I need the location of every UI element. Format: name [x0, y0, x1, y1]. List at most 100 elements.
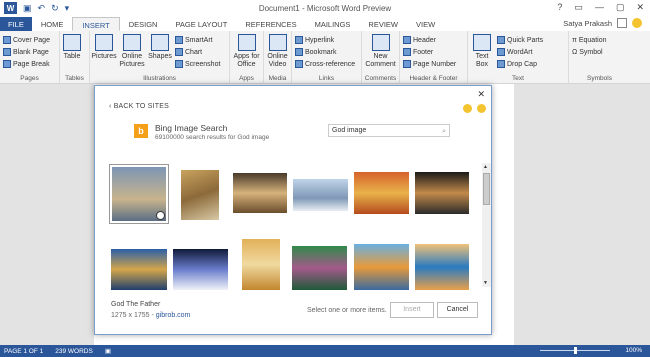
close-window-button[interactable]: ✕ [636, 2, 644, 13]
page-number-button[interactable]: Page Number [403, 58, 464, 70]
scroll-down-icon[interactable]: ▼ [483, 280, 488, 286]
equation-button[interactable]: π Equation [572, 34, 627, 46]
online-pictures-button[interactable]: Online Pictures [119, 34, 145, 70]
group-label: Comments [364, 75, 397, 82]
screenshot-icon [175, 60, 183, 68]
search-icon[interactable]: ⌕ [442, 126, 446, 137]
insert-button[interactable]: Insert [390, 302, 434, 318]
back-to-sites-link[interactable]: ‹ BACK TO SITES [109, 103, 169, 110]
close-icon[interactable]: ✕ [477, 89, 485, 100]
image-result[interactable] [415, 244, 469, 290]
cancel-button[interactable]: Cancel [437, 302, 478, 318]
tab-page-layout[interactable]: PAGE LAYOUT [166, 17, 236, 31]
group-label: Header & Footer [409, 75, 458, 82]
proofing-icon[interactable]: ▣ [105, 347, 111, 355]
maximize-button[interactable]: ▢ [616, 2, 625, 13]
tab-file[interactable]: FILE [0, 17, 32, 31]
header-icon [403, 36, 411, 44]
zoom-level[interactable]: 100% [625, 347, 642, 354]
image-result[interactable] [292, 246, 347, 290]
result-count: 69100000 search results for God image [155, 134, 270, 141]
zoom-preview-icon[interactable] [156, 211, 165, 220]
drop-cap-button[interactable]: Drop Cap [497, 58, 543, 70]
footer-button[interactable]: Footer [403, 46, 464, 58]
image-result[interactable] [111, 249, 167, 290]
image-result[interactable] [233, 173, 287, 213]
smartart-icon [175, 36, 183, 44]
group-illustrations: Pictures Online Pictures Shapes SmartArt… [90, 31, 230, 84]
group-comments: New Comment Comments [362, 31, 400, 84]
group-label: Illustrations [143, 75, 176, 82]
new-comment-button[interactable]: New Comment [365, 34, 396, 69]
image-result[interactable] [242, 239, 280, 290]
group-symbols: π Equation Ω Symbol Symbols [569, 31, 630, 84]
shapes-button[interactable]: Shapes [148, 34, 172, 70]
tab-design[interactable]: DESIGN [120, 17, 167, 31]
symbol-button[interactable]: Ω Symbol [572, 46, 627, 58]
cross-reference-button[interactable]: Cross-reference [295, 58, 358, 70]
bookmark-button[interactable]: Bookmark [295, 46, 358, 58]
help-button[interactable]: ? [557, 2, 562, 13]
image-result[interactable] [293, 179, 348, 211]
screenshot-button[interactable]: Screenshot [175, 58, 220, 70]
header-button[interactable]: Header [403, 34, 464, 46]
wordart-button[interactable]: WordArt [497, 46, 543, 58]
zoom-slider-thumb[interactable] [574, 347, 577, 354]
search-input[interactable]: God image ⌕ [328, 124, 450, 137]
smile-feedback-icon[interactable] [463, 104, 472, 113]
insert-pictures-dialog: ✕ ‹ BACK TO SITES b Bing Image Search 69… [94, 85, 492, 335]
tab-mailings[interactable]: MAILINGS [306, 17, 360, 31]
results-scrollbar[interactable]: ▲ ▼ [482, 163, 491, 287]
selected-image-info: 1275 x 1755 - gibrob.com [111, 312, 190, 319]
apps-for-office-button[interactable]: Apps for Office [233, 34, 260, 69]
group-label: Apps [239, 75, 254, 82]
page-count[interactable]: PAGE 1 OF 1 [4, 348, 43, 355]
tab-insert[interactable]: INSERT [72, 17, 120, 31]
feedback-smiley-icon[interactable] [632, 18, 642, 28]
group-label: Symbols [587, 75, 612, 82]
window-title: Document1 - Microsoft Word Preview [258, 4, 392, 13]
pictures-button[interactable]: Pictures [91, 34, 117, 70]
tab-home[interactable]: HOME [32, 17, 73, 31]
image-result[interactable] [181, 170, 219, 220]
word-count[interactable]: 239 WORDS [55, 348, 93, 355]
hyperlink-button[interactable]: Hyperlink [295, 34, 358, 46]
user-name[interactable]: Satya Prakash [563, 19, 612, 28]
selection-hint: Select one or more items. [307, 307, 387, 314]
page-break-button[interactable]: Page Break [3, 58, 56, 70]
image-result[interactable] [109, 164, 169, 224]
ribbon-display-button[interactable]: ▭ [574, 2, 583, 13]
scrollbar-thumb[interactable] [483, 173, 490, 205]
online-video-button[interactable]: Online Video [267, 34, 288, 69]
equation-icon: π [572, 36, 577, 44]
selected-image-source-link[interactable]: gibrob.com [156, 312, 191, 319]
tab-references[interactable]: REFERENCES [236, 17, 305, 31]
group-header-footer: Header Footer Page Number Header & Foote… [400, 31, 468, 84]
scroll-up-icon[interactable]: ▲ [483, 164, 488, 170]
hyperlink-icon [295, 36, 303, 44]
chart-button[interactable]: Chart [175, 46, 220, 58]
cover-page-button[interactable]: Cover Page [3, 34, 56, 46]
minimize-button[interactable]: — [595, 2, 604, 13]
image-result[interactable] [354, 172, 409, 214]
frown-feedback-icon[interactable] [477, 104, 486, 113]
chart-icon [175, 48, 183, 56]
image-result[interactable] [354, 244, 409, 290]
ribbon: Cover Page Blank Page Page Break Pages T… [0, 31, 650, 84]
tab-view[interactable]: VIEW [407, 17, 444, 31]
table-button[interactable]: Table [63, 34, 81, 61]
quick-parts-button[interactable]: Quick Parts [497, 34, 543, 46]
group-tables: Table Tables [60, 31, 90, 84]
account-icon[interactable] [617, 18, 627, 28]
group-label: Links [318, 75, 335, 82]
footer-icon [403, 48, 411, 56]
smartart-button[interactable]: SmartArt [175, 34, 220, 46]
blank-page-button[interactable]: Blank Page [3, 46, 56, 58]
text-box-button[interactable]: Text Box [471, 34, 493, 70]
online-pictures-icon [123, 34, 141, 51]
image-result[interactable] [173, 249, 228, 290]
omega-icon: Ω [572, 48, 578, 56]
tab-review[interactable]: REVIEW [359, 17, 407, 31]
image-result[interactable] [415, 172, 469, 214]
bookmark-icon [295, 48, 303, 56]
